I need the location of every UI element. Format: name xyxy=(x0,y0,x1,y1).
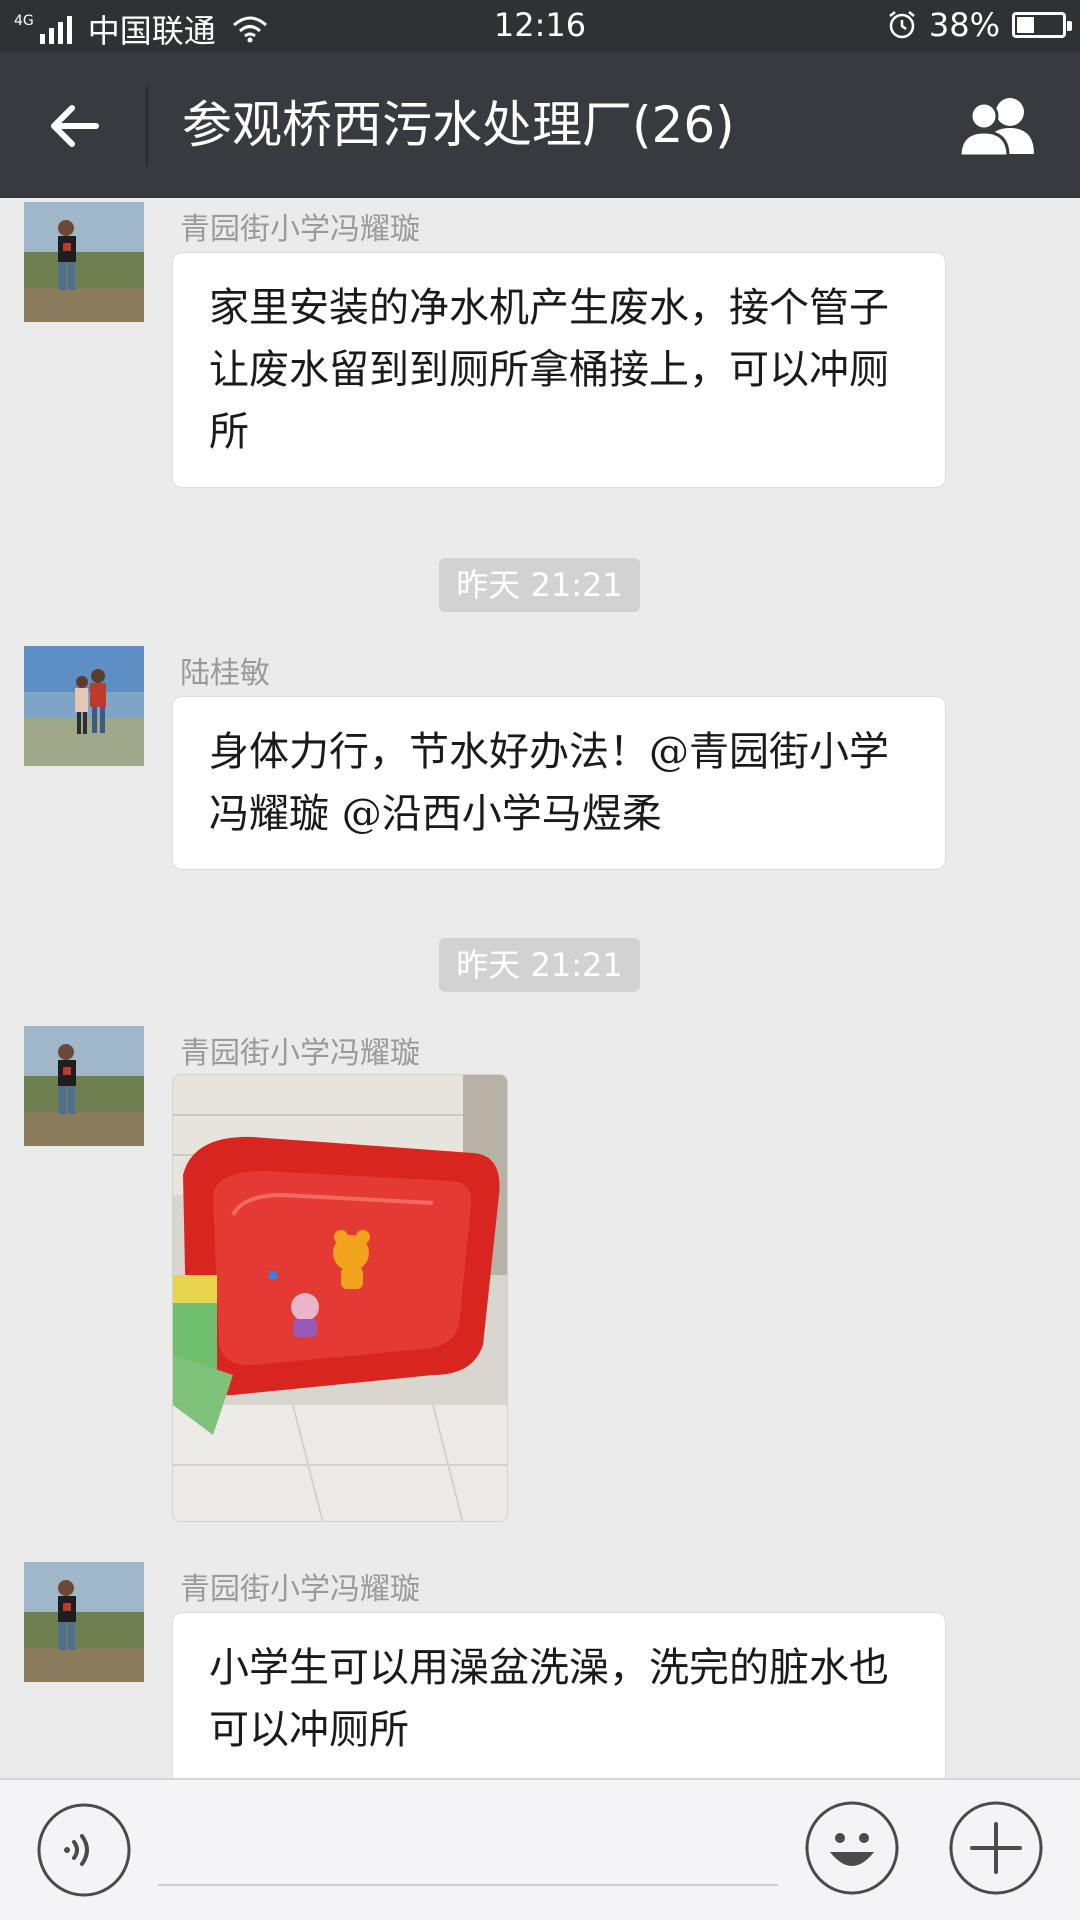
voice-icon[interactable] xyxy=(36,1802,132,1898)
plus-icon[interactable] xyxy=(948,1800,1044,1896)
sender-name: 青园街小学冯耀璇 xyxy=(180,1572,420,1607)
message-bubble[interactable]: 身体力行，节水好办法！@青园街小学冯耀璇 @沿西小学马煜柔 xyxy=(172,696,946,870)
sender-name: 青园街小学冯耀璇 xyxy=(180,1036,420,1071)
avatar[interactable] xyxy=(24,646,144,766)
status-right: 38% xyxy=(887,6,1072,44)
sender-name: 陆桂敏 xyxy=(180,656,270,691)
input-bar xyxy=(0,1778,1080,1920)
message-bubble[interactable]: 小学生可以用澡盆洗澡，洗完的脏水也可以冲厕所 xyxy=(172,1612,946,1778)
header-divider xyxy=(146,86,148,166)
sender-name: 青园街小学冯耀璇 xyxy=(180,212,420,247)
avatar[interactable] xyxy=(24,1026,144,1146)
message-input[interactable] xyxy=(158,1884,778,1886)
group-members-icon[interactable] xyxy=(956,94,1040,158)
alarm-icon xyxy=(889,11,915,39)
battery-icon xyxy=(1012,12,1072,38)
avatar[interactable] xyxy=(24,1562,144,1682)
status-bar: 4G 中国联通 12:16 38% xyxy=(0,0,1080,52)
timestamp-divider: 昨天 21:21 xyxy=(439,558,640,612)
chat-header: 参观桥西污水处理厂(26) xyxy=(0,52,1080,198)
avatar[interactable] xyxy=(24,202,144,322)
emoji-icon[interactable] xyxy=(804,1800,900,1896)
timestamp-divider: 昨天 21:21 xyxy=(439,938,640,992)
red-plastic-basin-photo[interactable] xyxy=(172,1074,508,1522)
chat-title: 参观桥西污水处理厂(26) xyxy=(182,96,735,154)
arrow-left-icon[interactable] xyxy=(44,96,104,156)
chat-messages[interactable]: 青园街小学冯耀璇 家里安装的净水机产生废水，接个管子让废水留到到厕所拿桶接上，可… xyxy=(0,198,1080,1778)
battery-percent: 38% xyxy=(928,6,1000,44)
message-bubble[interactable]: 家里安装的净水机产生废水，接个管子让废水留到到厕所拿桶接上，可以冲厕所 xyxy=(172,252,946,488)
